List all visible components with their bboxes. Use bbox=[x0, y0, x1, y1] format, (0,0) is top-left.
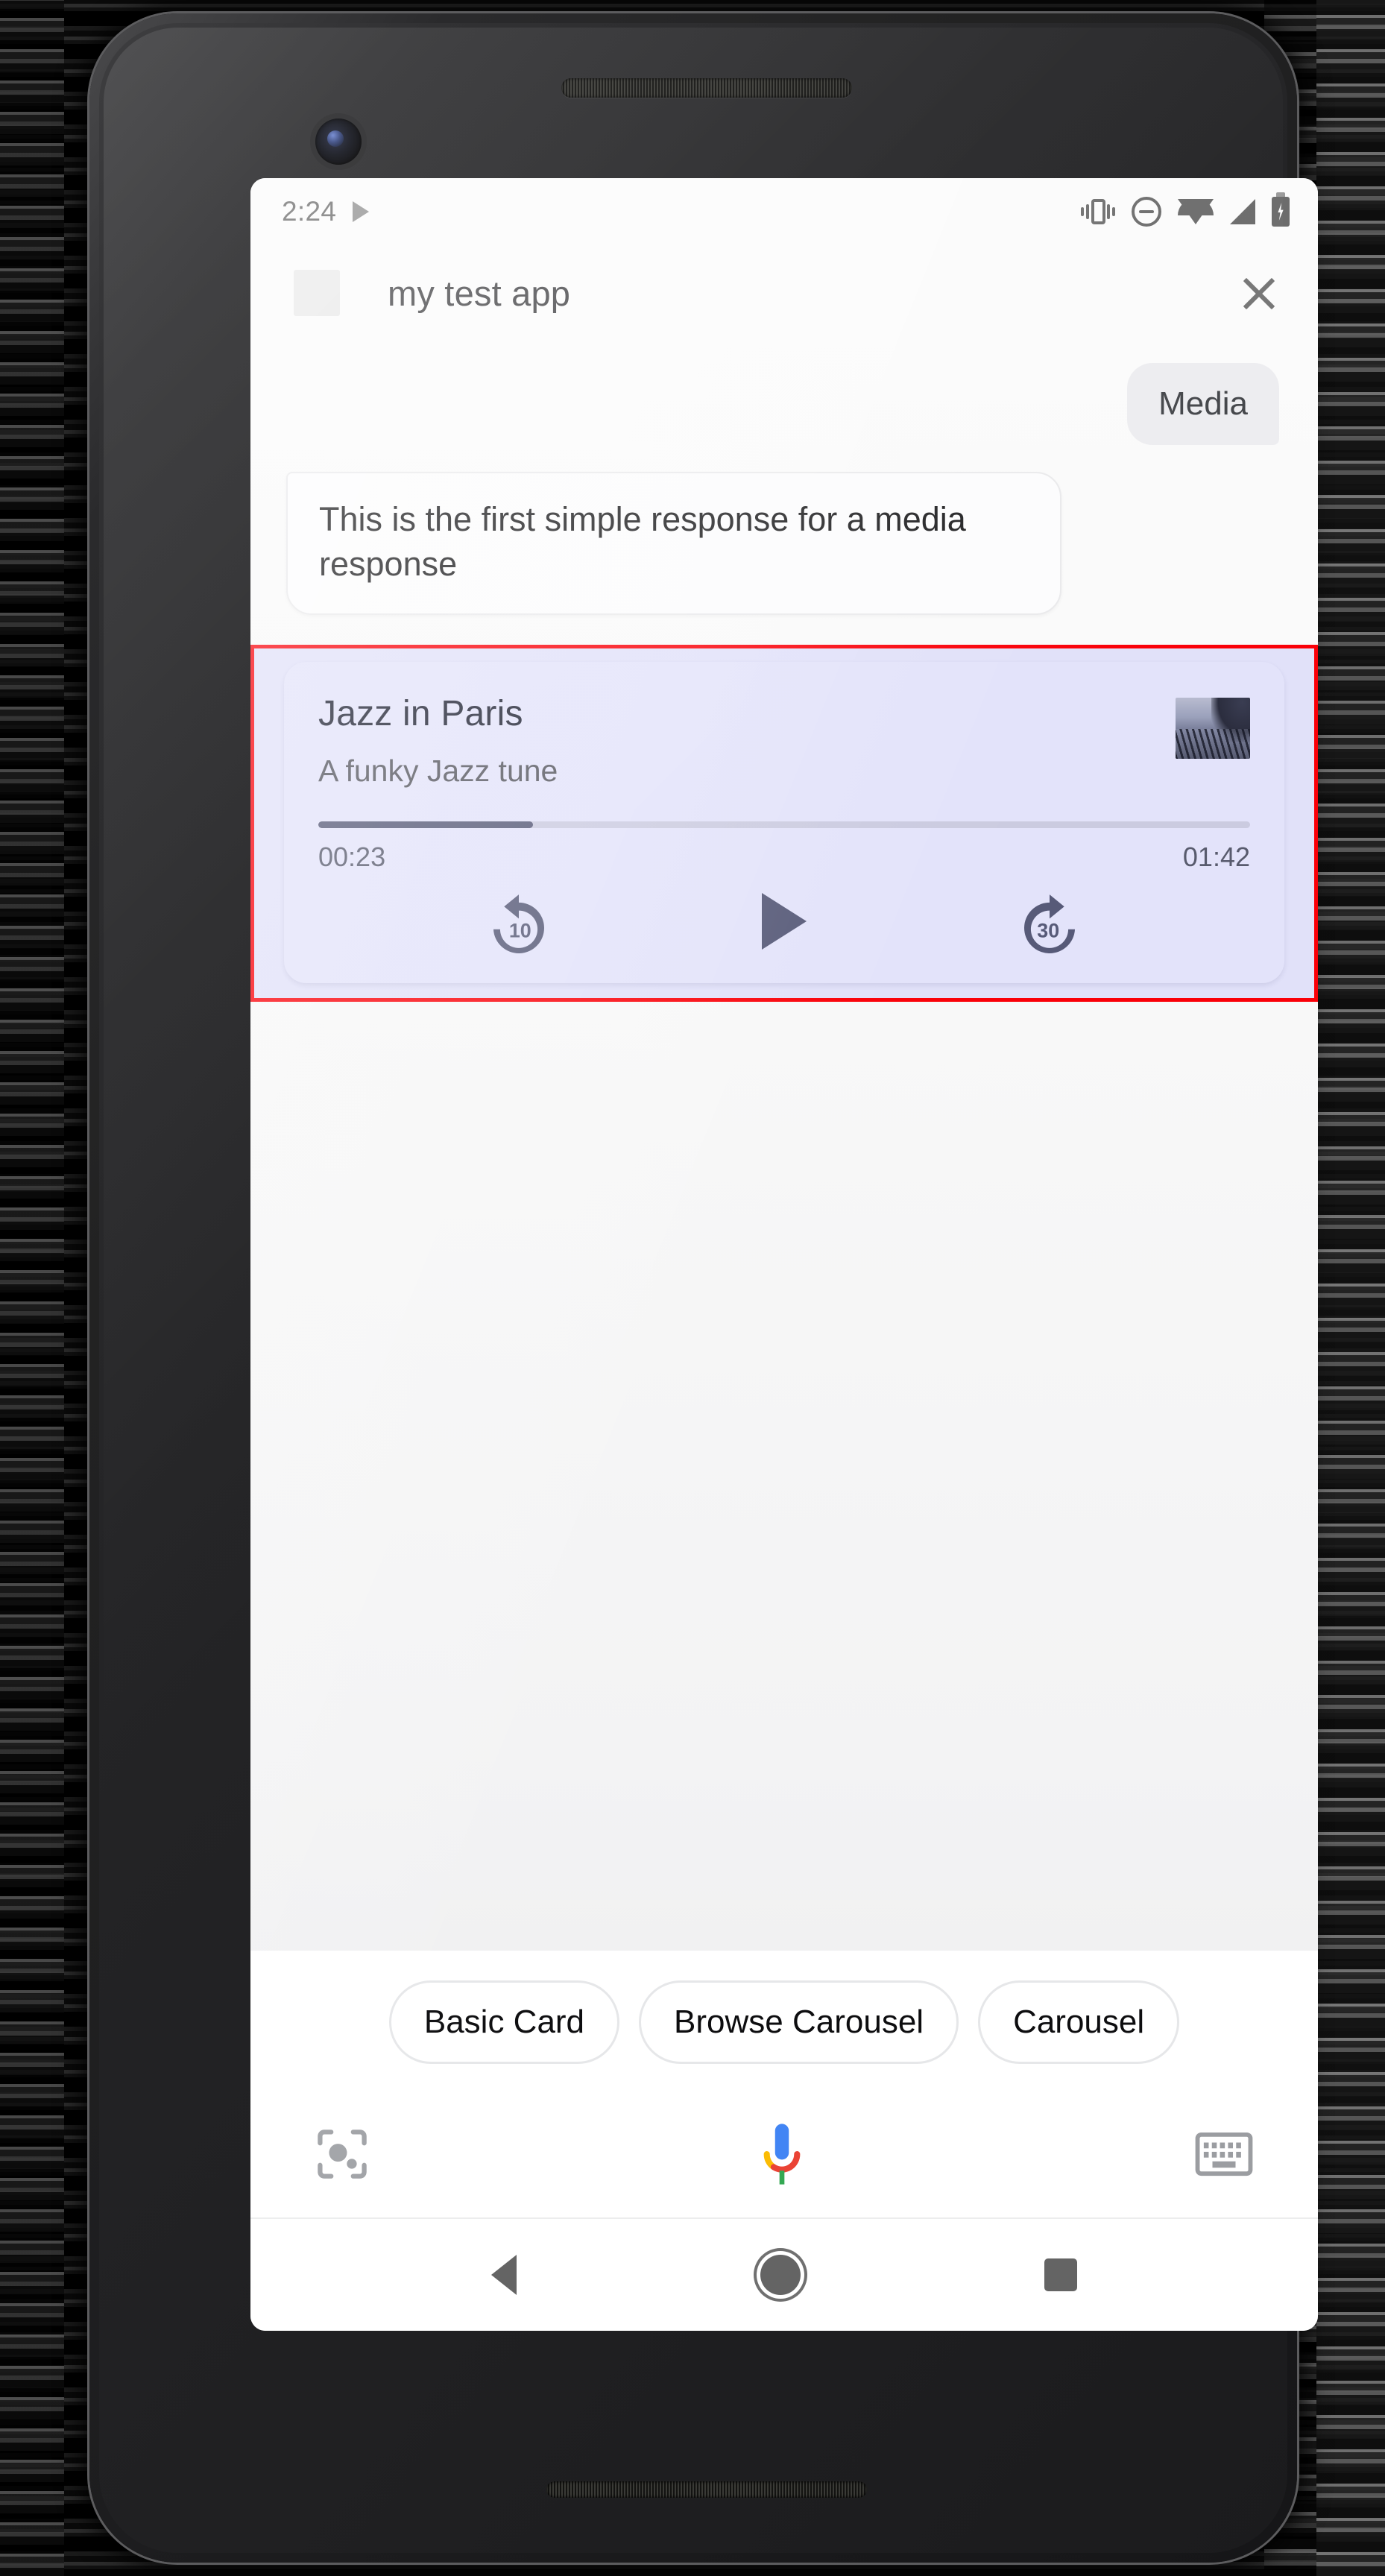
app-placeholder-icon bbox=[294, 270, 340, 316]
media-card-highlight: Jazz in Paris A funky Jazz tune 00:23 01… bbox=[250, 644, 1318, 1002]
page-title: my test app bbox=[388, 273, 571, 313]
chip-browse-carousel[interactable]: Browse Carousel bbox=[639, 1980, 959, 2064]
phone-device: 2:24 my test app Media This is the first… bbox=[89, 13, 1318, 2563]
album-art-thumbnail bbox=[1176, 697, 1250, 759]
android-nav-bar bbox=[250, 2219, 1318, 2331]
wifi-icon bbox=[1178, 199, 1214, 224]
media-current-time: 00:23 bbox=[318, 841, 386, 872]
play-icon[interactable] bbox=[761, 892, 807, 950]
media-card[interactable]: Jazz in Paris A funky Jazz tune 00:23 01… bbox=[284, 661, 1284, 983]
do-not-disturb-icon bbox=[1132, 197, 1161, 227]
backdrop-right-stripes bbox=[1316, 0, 1385, 2576]
phone-screen: 2:24 my test app Media This is the first… bbox=[250, 178, 1318, 2331]
assistant-mic-icon[interactable] bbox=[753, 2118, 811, 2190]
front-camera-icon bbox=[315, 119, 362, 165]
forward-30-icon[interactable]: 30 bbox=[1018, 889, 1082, 953]
status-bar: 2:24 bbox=[250, 178, 1318, 245]
media-progress-bar[interactable] bbox=[318, 821, 1250, 828]
media-card-meta: Jazz in Paris A funky Jazz tune bbox=[318, 693, 1176, 789]
replay-10-icon[interactable]: 10 bbox=[487, 889, 551, 953]
vibrate-icon bbox=[1081, 196, 1115, 227]
cellular-signal-icon bbox=[1230, 199, 1255, 224]
media-time-row: 00:23 01:42 bbox=[318, 842, 1250, 873]
earpiece-speaker bbox=[561, 78, 852, 98]
status-clock: 2:24 bbox=[282, 196, 337, 227]
bot-message-row: This is the first simple response for a … bbox=[250, 445, 1318, 615]
suggestion-chips: Basic Card Browse Carousel Carousel bbox=[250, 1951, 1318, 2091]
phone-bezel: 2:24 my test app Media This is the first… bbox=[99, 23, 1318, 2553]
svg-text:30: 30 bbox=[1038, 919, 1060, 941]
media-card-header: Jazz in Paris A funky Jazz tune bbox=[318, 693, 1250, 789]
chip-basic-card[interactable]: Basic Card bbox=[388, 1980, 620, 2064]
play-arrow-icon bbox=[353, 201, 370, 222]
battery-charging-icon bbox=[1272, 192, 1290, 227]
user-message-bubble: Media bbox=[1127, 363, 1279, 445]
svg-text:10: 10 bbox=[509, 919, 531, 941]
media-subtitle: A funky Jazz tune bbox=[318, 753, 558, 788]
keyboard-icon[interactable] bbox=[1194, 2131, 1254, 2177]
assistant-input-bar bbox=[250, 2091, 1318, 2219]
media-controls: 10 30 bbox=[318, 889, 1250, 953]
media-title: Jazz in Paris bbox=[318, 693, 523, 733]
google-lens-icon[interactable] bbox=[315, 2127, 370, 2182]
conversation-area: Media This is the first simple response … bbox=[250, 341, 1318, 1951]
home-icon[interactable] bbox=[760, 2255, 801, 2295]
back-icon[interactable] bbox=[491, 2255, 517, 2295]
bot-message-bubble: This is the first simple response for a … bbox=[286, 472, 1061, 615]
close-icon[interactable] bbox=[1230, 264, 1288, 322]
app-header: my test app bbox=[250, 245, 1318, 341]
bottom-speaker bbox=[546, 2481, 867, 2498]
chip-carousel[interactable]: Carousel bbox=[978, 1980, 1180, 2064]
recents-icon[interactable] bbox=[1044, 2258, 1077, 2291]
media-total-time: 01:42 bbox=[1182, 841, 1250, 872]
user-message-row: Media bbox=[250, 341, 1318, 445]
status-icon-group bbox=[1081, 192, 1290, 227]
media-progress-fill bbox=[318, 821, 533, 828]
backdrop-left-stripes bbox=[0, 0, 64, 2576]
